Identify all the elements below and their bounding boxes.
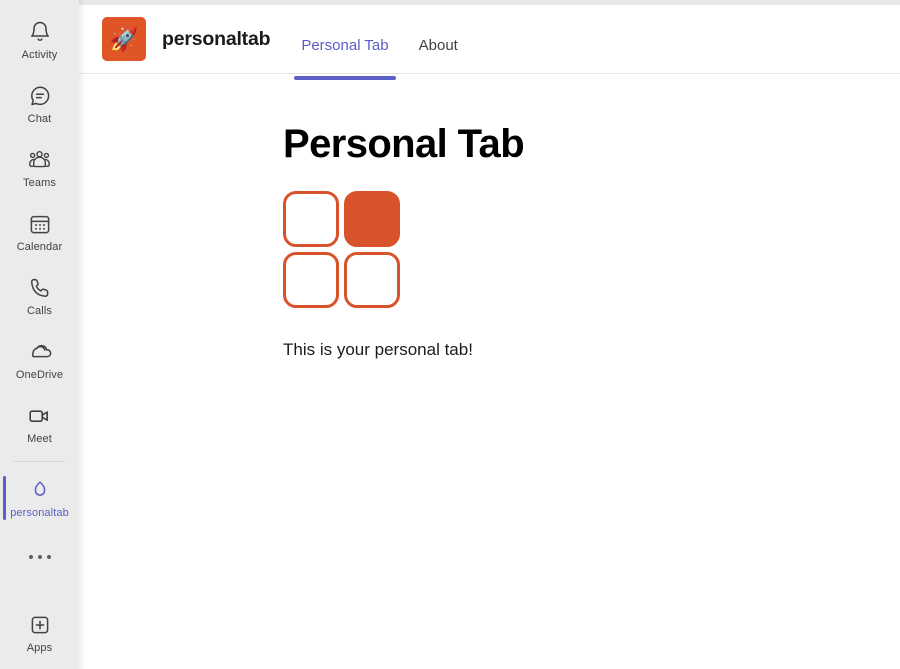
bell-icon <box>27 19 53 45</box>
tab-about[interactable]: About <box>404 17 473 73</box>
video-camera-icon <box>27 403 53 429</box>
logo-square-top-right <box>344 191 400 247</box>
sidebar-item-calendar[interactable]: Calendar <box>0 200 79 264</box>
sidebar-item-label: Apps <box>26 641 53 654</box>
rail-spacer <box>0 584 79 601</box>
calendar-icon <box>27 211 53 237</box>
app-name: personaltab <box>162 27 271 50</box>
four-square-logo <box>283 191 400 308</box>
sidebar-item-personaltab[interactable]: personaltab <box>0 466 79 530</box>
sidebar-item-label: Teams <box>23 176 56 189</box>
page-title: Personal Tab <box>283 122 525 166</box>
sidebar-item-label: Meet <box>27 432 52 445</box>
ellipsis-icon <box>27 544 53 570</box>
app-header-inner: 🚀 personaltab Personal Tab About <box>102 11 473 80</box>
sidebar-item-label: OneDrive <box>15 368 64 381</box>
left-navigation-rail: Activity Chat Teams Calendar Calls OneDr… <box>0 0 86 669</box>
rail-divider <box>14 461 65 462</box>
sidebar-item-activity[interactable]: Activity <box>0 8 79 72</box>
sidebar-item-label: personaltab <box>10 506 69 519</box>
sidebar-item-label: Chat <box>27 112 52 125</box>
sidebar-item-chat[interactable]: Chat <box>0 72 79 136</box>
sidebar-item-meet[interactable]: Meet <box>0 392 79 456</box>
teams-app-window: Activity Chat Teams Calendar Calls OneDr… <box>0 0 900 669</box>
main-region: 🚀 personaltab Personal Tab About Persona… <box>79 0 900 669</box>
sidebar-more-button[interactable] <box>0 530 79 584</box>
app-header: 🚀 personaltab Personal Tab About <box>79 5 900 80</box>
rocket-icon: 🚀 <box>102 17 146 61</box>
phone-icon <box>27 275 53 301</box>
teams-icon <box>27 147 53 173</box>
plus-square-icon <box>27 612 53 638</box>
sidebar-item-label: Calls <box>27 304 52 317</box>
tab-personal-tab[interactable]: Personal Tab <box>286 17 403 80</box>
tab-content: Personal Tab This is your personal tab! <box>79 74 900 669</box>
sidebar-item-teams[interactable]: Teams <box>0 136 79 200</box>
personaltab-icon <box>27 477 53 503</box>
logo-square-top-left <box>283 191 339 247</box>
app-tabs: Personal Tab About <box>286 11 473 80</box>
sidebar-item-onedrive[interactable]: OneDrive <box>0 328 79 392</box>
sidebar-item-calls[interactable]: Calls <box>0 264 79 328</box>
app-icon-glyph: 🚀 <box>109 25 139 52</box>
logo-square-bottom-left <box>283 252 339 308</box>
sidebar-item-apps[interactable]: Apps <box>0 601 79 665</box>
chat-icon <box>27 83 53 109</box>
sidebar-item-label: Activity <box>21 48 58 61</box>
content-body-text: This is your personal tab! <box>283 340 473 359</box>
sidebar-item-label: Calendar <box>16 240 63 253</box>
cloud-icon <box>27 339 53 365</box>
logo-square-bottom-right <box>344 252 400 308</box>
